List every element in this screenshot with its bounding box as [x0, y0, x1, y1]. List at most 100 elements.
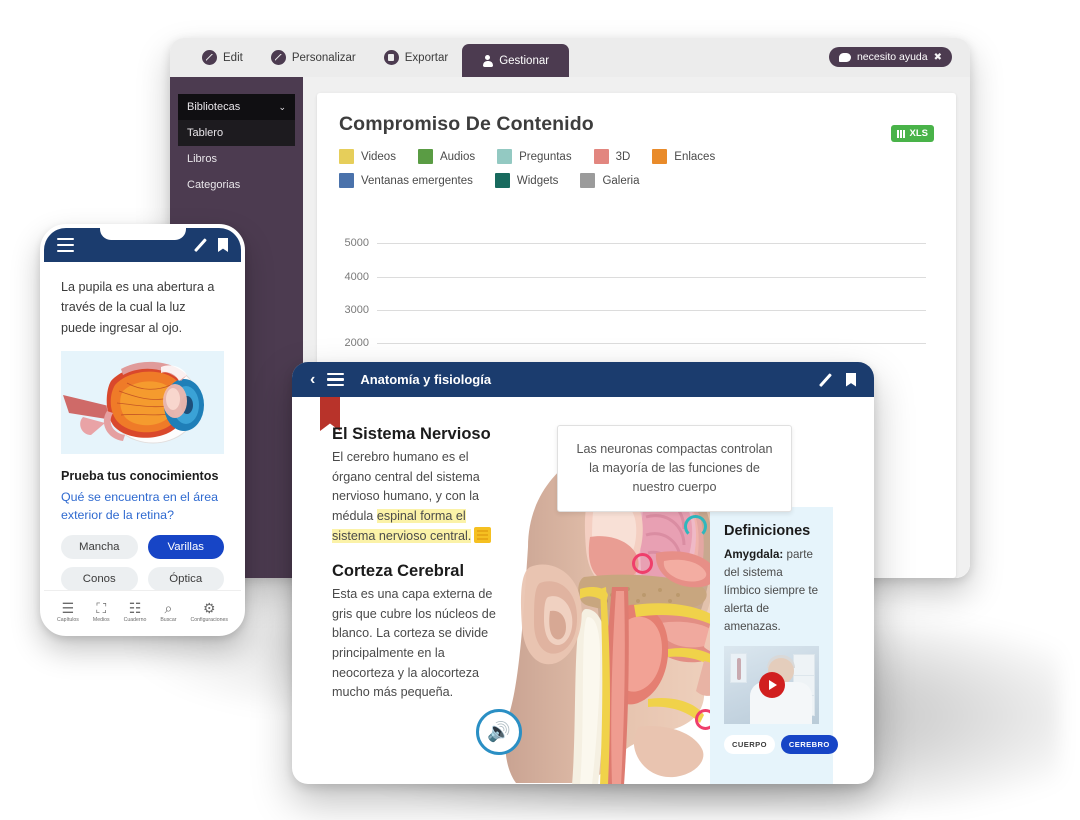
phone-nav-label: Capítulos	[56, 616, 79, 623]
phone-topbar	[44, 228, 241, 262]
chevron-left-icon[interactable]: ‹	[310, 371, 315, 388]
legend-item[interactable]: Audios	[417, 149, 476, 164]
sidebar-item-categorias[interactable]: Categorias	[178, 172, 295, 198]
quiz-option-conos[interactable]: Conos	[61, 567, 138, 592]
pencil-icon[interactable]	[818, 373, 832, 387]
legend-label: Galeria	[602, 174, 640, 187]
phone-bottom-nav: ☰ Capítulos ⛶ Medios ☷ Cuaderno ⌕ Buscar ⚙ Config…	[44, 590, 241, 632]
section-text-nervioso: El cerebro humano es el órgano central d…	[332, 448, 507, 546]
tab-personalizar[interactable]: Personalizar	[257, 38, 370, 77]
legend-item[interactable]: Widgets	[494, 173, 559, 188]
legend-item[interactable]: Enlaces	[652, 149, 715, 164]
legend-swatch	[593, 149, 609, 164]
help-pill[interactable]: necesito ayuda ✖	[828, 47, 952, 67]
y-tick-label: 3000	[344, 304, 369, 316]
definition-chips: CUERPO CEREBRO	[724, 734, 838, 754]
pencil-icon[interactable]	[193, 238, 207, 252]
quiz-options: Mancha Varillas Conos Óptica	[61, 535, 224, 592]
phone-paragraph: La pupila es una abertura a través de la…	[61, 280, 215, 335]
legend-label: Widgets	[516, 174, 559, 187]
legend-swatch	[494, 173, 510, 188]
notebook-icon: ☷	[128, 599, 142, 616]
pencil-circle-icon	[270, 50, 286, 65]
tab-edit-label: Edit	[223, 51, 243, 64]
sidebar-item-libros[interactable]: Libros	[178, 146, 295, 172]
legend-swatch	[652, 149, 668, 164]
definitions-panel: Definiciones Amygdala: parte del sistema…	[710, 507, 838, 784]
sidebar-library-select[interactable]: Bibliotecas ⌄	[178, 94, 295, 120]
tab-gestionar-label: Gestionar	[499, 54, 550, 67]
phone-nav-notebook[interactable]: ☷ Cuaderno	[124, 601, 147, 623]
close-icon[interactable]: ✖	[934, 52, 942, 63]
callout-tooltip: Las neuronas compactas controlan la mayo…	[557, 425, 792, 512]
phone-notch	[99, 228, 186, 240]
bookmark-icon[interactable]	[218, 238, 228, 252]
sidebar-item-label: Categorias	[187, 179, 241, 191]
sidebar-item-tablero[interactable]: Tablero	[178, 120, 295, 146]
search-icon: ⌕	[164, 599, 173, 616]
speaker-icon[interactable]: 🔊	[476, 709, 522, 755]
legend-item[interactable]: Videos	[339, 149, 396, 164]
phone-nav-list[interactable]: ☰ Capítulos	[57, 601, 79, 623]
tab-gestionar[interactable]: Gestionar	[462, 44, 570, 77]
doctor-video-thumbnail[interactable]	[724, 645, 819, 724]
chip-cuerpo[interactable]: CUERPO	[724, 734, 775, 754]
legend-label: Enlaces	[674, 150, 716, 163]
legend-swatch	[339, 149, 354, 164]
eye-anatomy-illustration	[61, 351, 224, 455]
legend-label: Ventanas emergentes	[361, 174, 473, 187]
quiz-option-optica[interactable]: Óptica	[147, 567, 224, 592]
tablet-content: El Sistema Nervioso El cerebro humano es…	[292, 397, 874, 784]
phone-device: La pupila es una abertura a través de la…	[40, 224, 245, 636]
play-icon[interactable]	[758, 671, 785, 698]
phone-nav-media[interactable]: ⛶ Medios	[93, 601, 110, 623]
screenshot-stage: Edit Personalizar Exportar Gestionar nec…	[0, 0, 1080, 820]
help-pill-label: necesito ayuda	[856, 51, 928, 63]
tablet-topbar: ‹ Anatomía y fisiología	[292, 362, 874, 397]
page-title: Compromiso De Contenido	[339, 113, 594, 135]
phone-nav-label: Cuaderno	[123, 616, 147, 623]
marker-ring-red-1[interactable]	[632, 553, 653, 574]
desktop-tab-bar: Edit Personalizar Exportar Gestionar nec…	[170, 38, 970, 77]
legend-item[interactable]: Galeria	[580, 173, 640, 188]
pencil-circle-icon	[202, 50, 217, 65]
marker-ring-cyan[interactable]	[684, 515, 707, 538]
chip-cerebro[interactable]: CEREBRO	[780, 734, 838, 754]
hamburger-icon[interactable]	[327, 372, 345, 387]
legend-item[interactable]: 3D	[593, 149, 631, 164]
tab-exportar[interactable]: Exportar	[370, 38, 462, 77]
anatomy-poster	[730, 652, 747, 683]
phone-nav-gear[interactable]: ⚙ Configuraciones	[190, 601, 228, 623]
gear-icon: ⚙	[202, 599, 216, 616]
legend-swatch	[417, 149, 433, 164]
media-icon: ⛶	[96, 599, 107, 616]
legend-item[interactable]: Ventanas emergentes	[339, 173, 473, 188]
quiz-option-mancha[interactable]: Mancha	[61, 535, 138, 560]
definitions-heading: Definiciones	[724, 523, 811, 539]
legend-label: 3D	[615, 150, 631, 163]
definition-entry: Amygdala: parte del sistema límbico siem…	[724, 546, 819, 636]
list-icon: ☰	[61, 599, 75, 616]
y-tick-label: 4000	[344, 270, 369, 283]
tab-edit[interactable]: Edit	[188, 38, 257, 77]
export-xls-button[interactable]: XLS	[890, 125, 934, 142]
chevron-down-icon: ⌄	[278, 101, 286, 112]
quiz-title: Prueba tus conocimientos	[61, 469, 219, 484]
bookmark-icon[interactable]	[846, 372, 856, 387]
legend-label: Preguntas	[519, 150, 572, 163]
person-icon	[482, 54, 493, 67]
hamburger-icon[interactable]	[57, 238, 74, 252]
legend-label: Audios	[439, 150, 476, 163]
phone-nav-label: Buscar	[160, 616, 177, 623]
quiz-option-varillas[interactable]: Varillas	[147, 535, 224, 560]
phone-nav-search[interactable]: ⌕ Buscar	[160, 601, 176, 623]
definition-term: Amygdala:	[724, 548, 784, 561]
legend-label: Videos	[361, 150, 396, 163]
phone-body: La pupila es una abertura a través de la…	[44, 262, 241, 592]
tab-exportar-label: Exportar	[404, 51, 449, 64]
legend-swatch	[497, 149, 513, 164]
section-heading-nervioso: El Sistema Nervioso	[332, 425, 491, 443]
phone-nav-label: Medios	[92, 616, 110, 623]
legend-item[interactable]: Preguntas	[497, 149, 572, 164]
tab-personalizar-label: Personalizar	[291, 51, 356, 64]
